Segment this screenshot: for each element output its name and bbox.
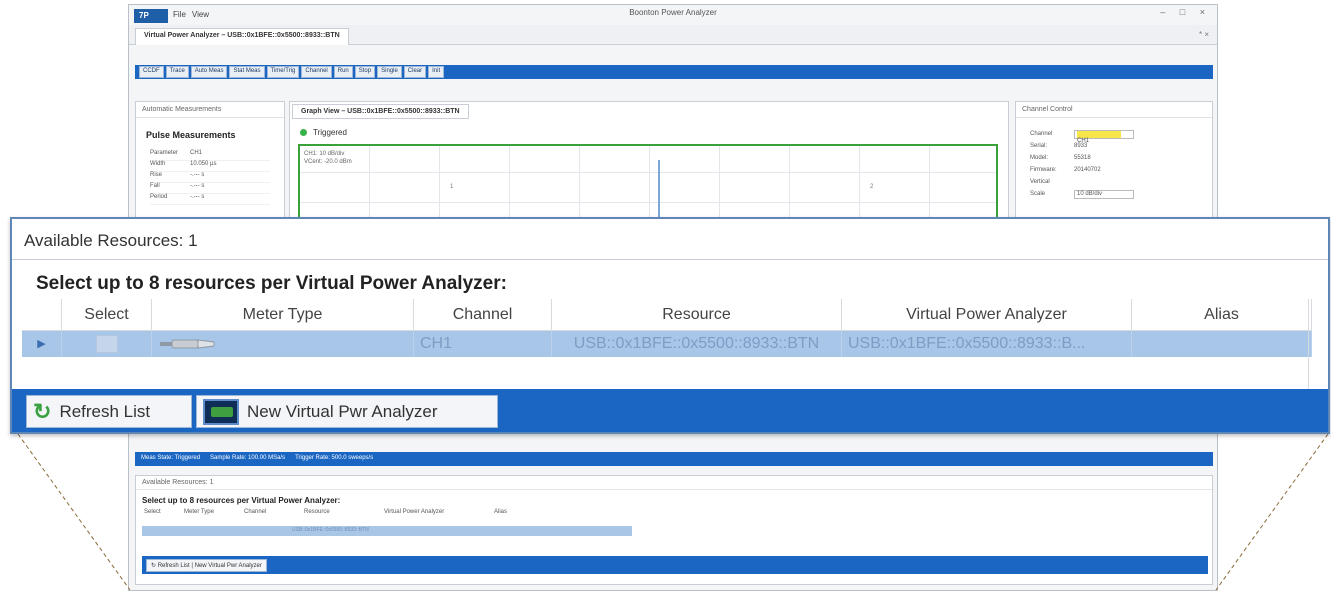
new-virtual-pwr-analyzer-button[interactable]: New Virtual Pwr Analyzer — [196, 395, 498, 428]
status-bar: Meas State: Triggered Sample Rate: 100.0… — [135, 452, 1213, 466]
table-row[interactable]: ▶ CH1 USB::0x1BFE::0x5500::8933::BTN USB… — [22, 331, 1312, 357]
column-header-channel[interactable]: Channel — [414, 299, 552, 330]
panel-header: Channel Control — [1016, 102, 1212, 118]
serial-label: Serial: — [1030, 143, 1048, 149]
panel-header: Automatic Measurements — [136, 102, 284, 118]
vertical-label: Vertical — [1030, 179, 1050, 185]
firmware-value: 20140702 — [1074, 167, 1101, 173]
available-resources-small: Available Resources: 1 — [136, 476, 1212, 490]
channel-label: Channel — [1030, 131, 1053, 137]
plot-info-scale: CH1: 10 dB/div — [304, 151, 345, 157]
plot-info-vcent: VCent: -20.0 dBm — [304, 159, 352, 165]
toolbar-trace-button[interactable]: Trace — [165, 66, 189, 78]
trigger-status: Triggered — [300, 128, 347, 137]
action-bar-small: ↻ Refresh List | New Virtual Pwr Analyze… — [142, 556, 1208, 574]
model-value: 55318 — [1074, 155, 1091, 161]
alias-cell[interactable] — [1132, 331, 1312, 357]
title-bar: 7P File View Boonton Power Analyzer – □ … — [129, 5, 1217, 25]
trigger-rate: Trigger Rate: 500.0 sweeps/s — [295, 455, 374, 461]
meas-state: Meas State: Triggered — [141, 455, 201, 461]
toolbar-single-button[interactable]: Single — [377, 66, 402, 78]
table-row: Width 10.050 µs — [150, 161, 270, 172]
toolbar-ccdf-button[interactable]: CCDF — [139, 66, 164, 78]
marker-2-label[interactable]: 2 — [870, 184, 873, 190]
trigger-status-icon — [300, 129, 307, 137]
table-row: Fall -.--- s — [150, 183, 270, 194]
virtual-analyzer-icon — [203, 398, 239, 425]
column-header-resource[interactable]: Resource — [552, 299, 842, 330]
select-checkbox[interactable] — [95, 335, 118, 353]
grid-right-edge — [1308, 299, 1328, 389]
available-resources-zoom: Available Resources: 1 Select up to 8 re… — [10, 217, 1330, 434]
grid-header: Select Meter Type Channel Resource Virtu… — [22, 299, 1312, 331]
available-resources-label: Available Resources: 1 — [24, 231, 198, 250]
firmware-label: Firmware: — [1030, 167, 1057, 173]
main-toolbar: CCDF Trace Auto Meas Stat Meas Time/Trig… — [135, 65, 1213, 79]
resources-action-bar: ↻ Refresh List New Virtual Pwr Analyzer — [12, 389, 1328, 432]
row-selector-icon[interactable]: ▶ — [22, 331, 62, 357]
channel-color-icon — [1077, 130, 1121, 138]
toolbar-stat-meas-button[interactable]: Stat Meas — [229, 66, 265, 78]
table-row: Period -.--- s — [150, 194, 270, 205]
channel-cell: CH1 — [414, 331, 552, 357]
resources-panel-small: Available Resources: 1 Select up to 8 re… — [135, 475, 1213, 585]
new-vpa-label: New Virtual Pwr Analyzer — [247, 401, 438, 421]
column-header-select[interactable]: Select — [62, 299, 152, 330]
channel-settings: Channel CH1 Serial: 8933 Model: 55318 Firmw… — [1030, 128, 1198, 200]
document-tab-row: Virtual Power Analyzer – USB::0x1BFE::0x… — [129, 25, 1217, 45]
document-tab[interactable]: Virtual Power Analyzer – USB::0x1BFE::0x… — [135, 28, 349, 45]
window-title: Boonton Power Analyzer — [629, 8, 717, 17]
column-header-meter-type[interactable]: Meter Type — [152, 299, 414, 330]
window-controls[interactable]: – □ × — [1160, 7, 1211, 17]
divider — [12, 259, 1328, 260]
toolbar-clear-button[interactable]: Clear — [403, 66, 427, 78]
serial-value: 8933 — [1074, 143, 1088, 149]
refresh-list-button[interactable]: ↻ Refresh List — [26, 395, 192, 428]
table-row: Rise -.--- s — [150, 172, 270, 183]
table-row: Parameter CH1 — [150, 150, 270, 161]
resource-cell: USB::0x1BFE::0x5500::8933::BTN — [552, 331, 842, 357]
select-cell[interactable] — [62, 331, 152, 357]
toolbar-time-trig-button[interactable]: Time/Trig — [266, 66, 300, 78]
toolbar-run-button[interactable]: Run — [333, 66, 353, 78]
plot-info: CH1: 10 dB/div VCent: -20.0 dBm — [304, 150, 352, 166]
resources-grid: Select Meter Type Channel Resource Virtu… — [22, 299, 1312, 357]
sample-rate: Sample Rate: 100.00 MSa/s — [210, 455, 286, 461]
graph-view-tab[interactable]: Graph View – USB::0x1BFE::0x5500::8933::… — [292, 104, 469, 119]
toolbar-auto-meas-button[interactable]: Auto Meas — [190, 66, 228, 78]
column-headers-small: Select Meter Type Channel Resource Virtu… — [144, 509, 508, 515]
meter-type-cell — [152, 331, 414, 357]
column-header-alias[interactable]: Alias — [1132, 299, 1312, 330]
trigger-status-text: Triggered — [313, 128, 347, 137]
power-sensor-icon — [160, 339, 215, 349]
select-title-small: Select up to 8 resources per Virtual Pow… — [142, 496, 341, 505]
scale-label: Scale — [1030, 191, 1046, 197]
scale-select[interactable]: 10 dB/div — [1074, 189, 1134, 199]
model-label: Model: — [1030, 155, 1049, 161]
column-header-vpa[interactable]: Virtual Power Analyzer — [842, 299, 1132, 330]
toolbar-stop-button[interactable]: Stop — [354, 66, 376, 78]
refresh-list-button-small[interactable]: ↻ Refresh List | New Virtual Pwr Analyze… — [146, 559, 267, 572]
toolbar-channel-button[interactable]: Channel — [301, 66, 332, 78]
marker-1-label[interactable]: 1 — [450, 184, 453, 190]
toolbar-init-button[interactable]: Init — [428, 66, 445, 78]
refresh-icon: ↻ — [33, 398, 52, 424]
row-indicator-header — [22, 299, 62, 330]
channel-select[interactable]: CH1 — [1074, 129, 1134, 144]
select-resources-title: Select up to 8 resources per Virtual Pow… — [36, 273, 507, 294]
parameter-table: Parameter CH1 Width 10.050 µs Rise -.--- s … — [150, 150, 270, 205]
document-close-icon[interactable]: * × — [1199, 30, 1209, 39]
refresh-list-label: Refresh List — [59, 401, 151, 421]
table-row[interactable]: USB::0x1BFE::0x5500::8933::BTN — [142, 526, 632, 536]
vpa-cell: USB::0x1BFE::0x5500::8933::B... — [842, 331, 1132, 357]
pulse-measurements-title: Pulse Measurements — [146, 130, 236, 140]
